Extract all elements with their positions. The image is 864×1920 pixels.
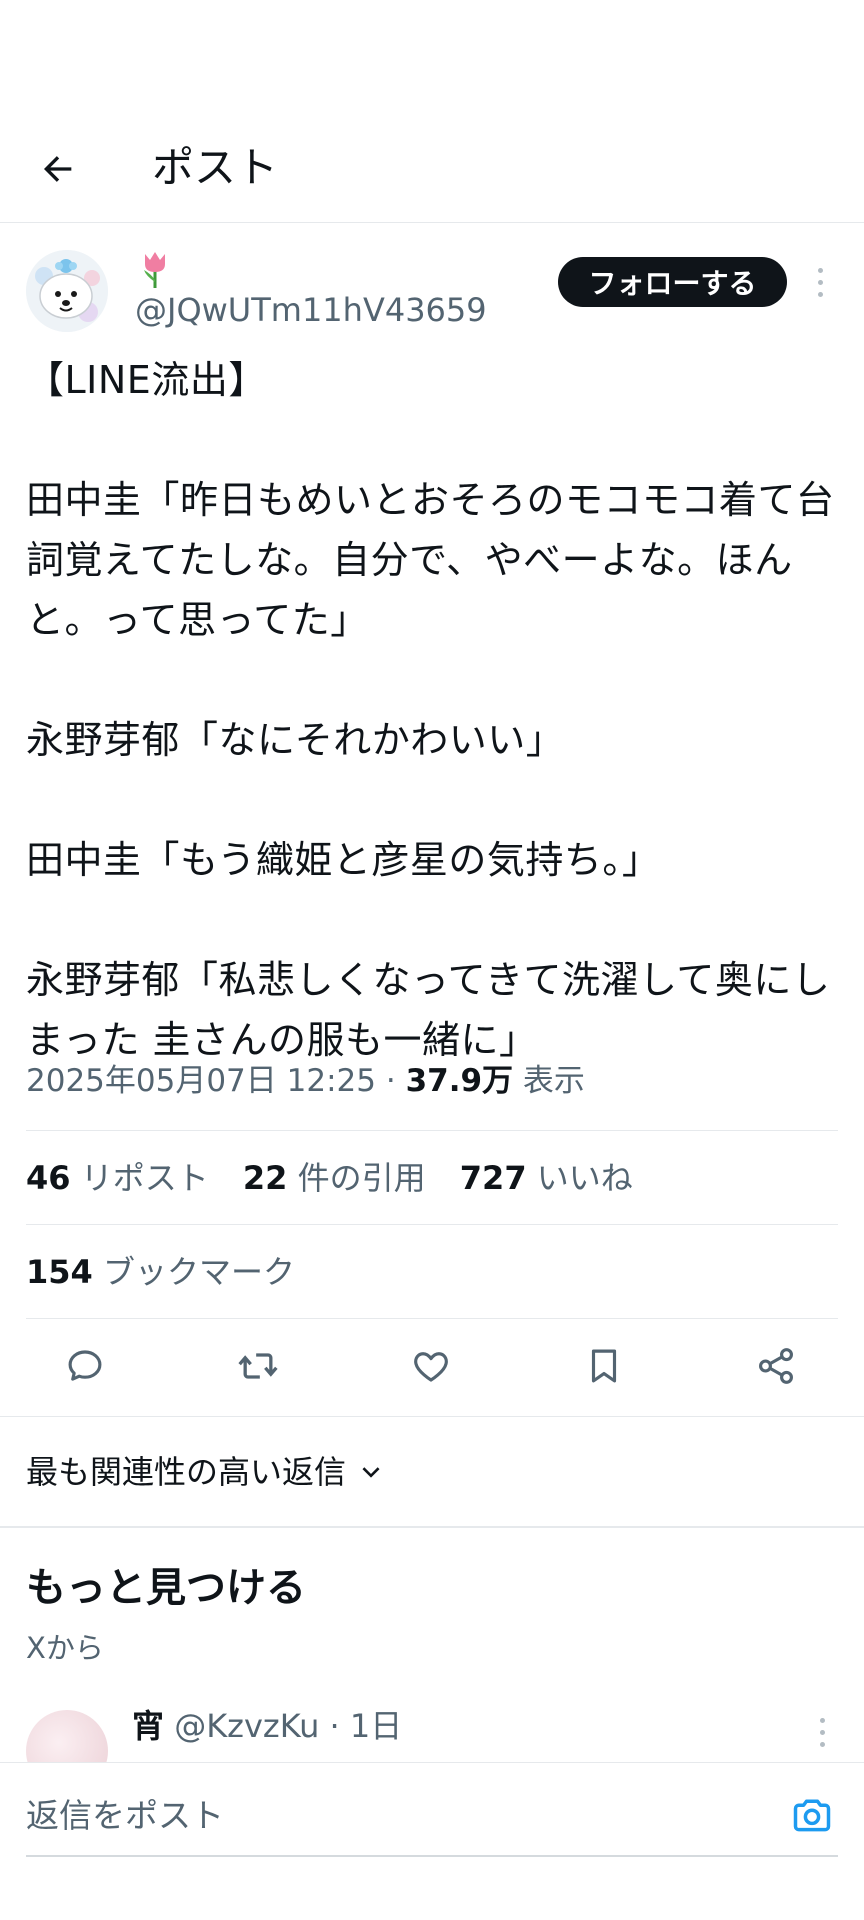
author-avatar[interactable] [26, 250, 108, 332]
chevron-down-icon [362, 1467, 380, 1478]
back-arrow-icon [44, 156, 72, 182]
composer-underline [26, 1855, 838, 1857]
discover-source: Xから [26, 1631, 104, 1665]
divider [0, 1416, 864, 1417]
reply-icon [68, 1350, 102, 1381]
page-title: ポスト [152, 143, 279, 192]
reply-author-handle: @KzvzKu [174, 1707, 320, 1745]
reply-button[interactable] [57, 1338, 113, 1394]
views-label: 表示 [522, 1063, 585, 1099]
reply-input[interactable]: 返信をポスト [26, 1791, 224, 1841]
reply-time: 1日 [349, 1707, 403, 1745]
likes-stat[interactable]: 727 いいね [460, 1159, 633, 1197]
back-button[interactable] [30, 141, 86, 197]
reposts-stat[interactable]: 46 リポスト [26, 1159, 209, 1197]
divider [26, 1318, 838, 1319]
camera-icon [793, 1799, 831, 1832]
separator-dot: · [385, 1063, 396, 1099]
post-text: 【LINE流出】 田中圭「昨日もめいとおそろのモコモコ着て台詞覚えてたしな。自分… [26, 358, 835, 1062]
post-timestamp[interactable]: 2025年05月07日 12:25 [26, 1063, 376, 1099]
bookmark-button[interactable] [576, 1338, 632, 1394]
reply-author-name: 宵 [132, 1707, 165, 1745]
post-detail-screen: ポスト @JQwUTm11hV43659 フォローする 【LINE流出】 田中圭… [0, 0, 864, 1920]
divider [26, 1130, 838, 1131]
quotes-stat[interactable]: 22 件の引用 [243, 1159, 426, 1197]
divider [0, 1526, 864, 1528]
more-icon [817, 267, 823, 273]
sort-label: 最も関連性の高い返信 [26, 1453, 347, 1491]
follow-button[interactable]: フォローする [558, 257, 787, 307]
like-icon [414, 1352, 448, 1382]
reply-author-row[interactable]: 宵 @KzvzKu · 1日 [132, 1702, 402, 1750]
bookmarks-stat[interactable]: 154 ブックマーク [26, 1248, 295, 1296]
tulip-emoji [138, 250, 172, 290]
like-button[interactable] [403, 1338, 459, 1394]
engagement-stats: 46 リポスト 22 件の引用 727 いいね [26, 1154, 657, 1202]
camera-button[interactable] [786, 1789, 838, 1841]
share-icon [759, 1348, 793, 1384]
action-bar [0, 1330, 864, 1402]
reply-sort-selector[interactable]: 最も関連性の高い返信 [26, 1446, 384, 1498]
bookmark-icon [591, 1349, 617, 1383]
discover-more-heading: もっと見つける [26, 1565, 306, 1611]
repost-button[interactable] [230, 1338, 286, 1394]
avatar-image [26, 250, 108, 332]
separator-dot: · [329, 1707, 340, 1745]
views-count: 37.9万 [405, 1063, 514, 1099]
post-timestamp-row: 2025年05月07日 12:25 · 37.9万 表示 [26, 1057, 585, 1105]
more-options-button[interactable] [804, 262, 836, 302]
repost-icon [238, 1353, 278, 1379]
top-bar: ポスト [0, 115, 864, 223]
reply-more-options-button[interactable] [812, 1712, 832, 1752]
share-button[interactable] [748, 1338, 804, 1394]
author-handle[interactable]: @JQwUTm11hV43659 [135, 290, 487, 330]
divider [26, 1224, 838, 1225]
reply-composer: 返信をポスト [0, 1762, 864, 1920]
